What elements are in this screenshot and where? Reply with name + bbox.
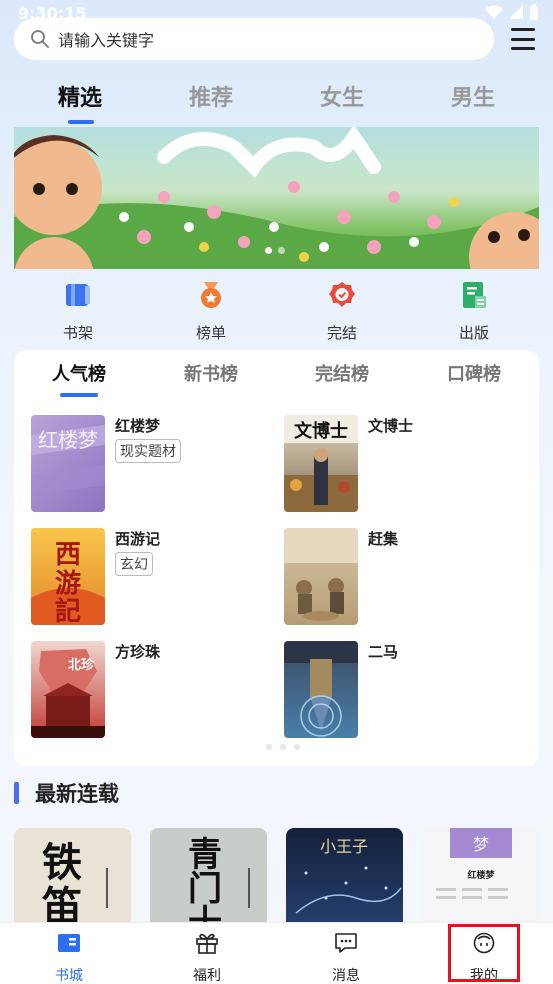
book-item[interactable]: 北珍 方珍珠 — [31, 641, 271, 741]
status-icons — [485, 4, 539, 20]
book-cover: 文博士 — [284, 415, 358, 512]
quick-link-label: 出版 — [458, 324, 489, 342]
svg-text:西: 西 — [55, 540, 81, 570]
book-item[interactable]: 文博士 文博士 — [284, 415, 524, 515]
signal-icon — [509, 5, 523, 19]
medal-icon — [201, 282, 221, 308]
publish-book-icon — [463, 282, 486, 308]
search-placeholder: 请输入关键字 — [58, 31, 155, 50]
tab-male[interactable]: 男生 — [433, 80, 513, 112]
latest-serial-list: 铁 笛 青 门 十 小王子 梦 红楼梦 — [14, 828, 553, 923]
search-bar[interactable]: 请输入关键字 — [14, 18, 494, 60]
rank-tab-popular[interactable]: 人气榜 — [52, 360, 106, 386]
book-title: 红楼梦 — [115, 417, 161, 435]
quick-link-label: 完结 — [326, 324, 357, 342]
serial-book[interactable]: 铁 笛 — [14, 828, 131, 923]
tab-recommend[interactable]: 推荐 — [171, 80, 251, 112]
book-title: 文博士 — [368, 417, 414, 435]
top-tab-indicator — [68, 120, 94, 124]
svg-text:梦: 梦 — [473, 835, 489, 854]
profile-highlight-box — [448, 924, 520, 982]
nav-label: 消息 — [332, 968, 360, 984]
ranking-card: 人气榜 新书榜 完结榜 口碑榜 红楼梦 红楼梦 现实题材 文博士 文博士 西 游… — [14, 350, 539, 766]
svg-text:游: 游 — [55, 569, 81, 599]
nav-label: 书城 — [55, 968, 83, 984]
gift-icon — [196, 933, 218, 954]
quick-link-label: 榜单 — [195, 324, 226, 342]
book-item[interactable]: 二马 — [284, 641, 524, 741]
cover-title: 红楼梦 — [38, 428, 98, 452]
section-title-text: 最新连载 — [35, 782, 119, 806]
search-icon — [31, 30, 49, 48]
nav-bookstore[interactable]: 书城 — [29, 931, 109, 984]
serial-book[interactable]: 小王子 — [286, 828, 403, 923]
quick-link-ranking[interactable]: 榜单 — [171, 280, 251, 343]
book-cover — [284, 528, 358, 625]
quick-link-bookshelf[interactable]: 书架 — [38, 280, 118, 343]
quick-link-completed[interactable]: 完结 — [302, 280, 382, 343]
rank-tab-indicator — [60, 393, 98, 397]
cover-title: 小王子 — [320, 837, 368, 856]
book-cover: 北珍 — [31, 641, 105, 738]
bookstore-icon — [58, 934, 80, 952]
rank-tab-reputation[interactable]: 口碑榜 — [447, 360, 501, 386]
nav-welfare[interactable]: 福利 — [167, 931, 247, 984]
tab-female[interactable]: 女生 — [302, 80, 382, 112]
cover-title: 北珍 — [68, 657, 95, 673]
rank-tab-completed[interactable]: 完结榜 — [315, 360, 369, 386]
svg-text:記: 記 — [55, 596, 81, 625]
top-tabs: 精选 推荐 女生 男生 — [0, 80, 553, 125]
nav-label: 福利 — [193, 968, 221, 984]
rank-tab-new[interactable]: 新书榜 — [184, 360, 238, 386]
section-title-latest: 最新连载 — [14, 778, 119, 808]
battery-icon — [530, 4, 538, 20]
svg-text:十: 十 — [188, 903, 222, 923]
message-icon — [335, 933, 357, 953]
book-title: 西游记 — [115, 530, 161, 548]
svg-text:笛: 笛 — [41, 883, 82, 923]
ranking-pagination — [266, 744, 300, 750]
wifi-icon — [485, 5, 503, 19]
quick-link-publish[interactable]: 出版 — [434, 280, 514, 343]
book-item[interactable]: 西 游 記 西游记 玄幻 — [31, 528, 271, 628]
book-cover: 红楼梦 — [31, 415, 105, 512]
book-tag: 玄幻 — [115, 552, 153, 576]
book-cover: 西 游 記 — [31, 528, 105, 625]
nav-messages[interactable]: 消息 — [306, 931, 386, 984]
book-item[interactable]: 赶集 — [284, 528, 524, 628]
badge-check-icon — [329, 282, 355, 307]
cover-title: 文博士 — [294, 420, 348, 442]
book-tag: 现实题材 — [115, 439, 181, 463]
book-title: 二马 — [368, 643, 399, 661]
quick-link-label: 书架 — [62, 324, 93, 342]
book-item[interactable]: 红楼梦 红楼梦 现实题材 — [31, 415, 271, 515]
book-cover — [284, 641, 358, 738]
section-accent-bar — [14, 782, 19, 804]
menu-icon[interactable] — [511, 28, 535, 50]
bookshelf-icon — [66, 284, 90, 306]
quick-links: 书架 榜单 完结 出版 — [14, 280, 539, 343]
tab-featured[interactable]: 精选 — [40, 80, 120, 112]
serial-book[interactable]: 梦 红楼梦 — [422, 828, 539, 923]
book-title: 方珍珠 — [115, 643, 161, 661]
book-title: 赶集 — [368, 530, 399, 548]
cover-title: 红楼梦 — [467, 869, 495, 881]
banner-pagination — [265, 247, 285, 254]
serial-book[interactable]: 青 门 十 — [150, 828, 267, 923]
svg-text:铁: 铁 — [42, 839, 82, 886]
